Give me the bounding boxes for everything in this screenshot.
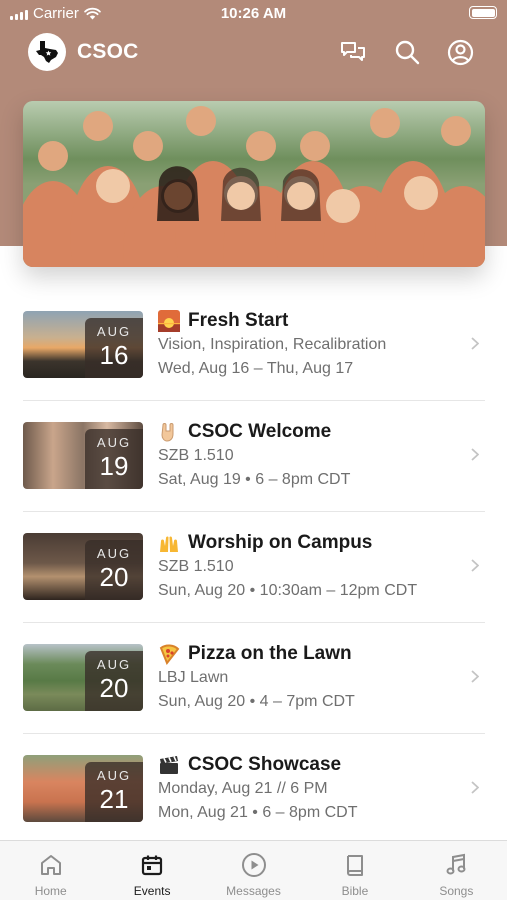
search-icon[interactable] [392, 37, 422, 67]
list-item[interactable]: AUG 21 CSOC Showcase Monday, Aug 21 // 6… [0, 733, 507, 844]
date-badge: AUG 16 [85, 318, 143, 378]
event-subtitle: LBJ Lawn [158, 669, 229, 686]
hero-group-photo[interactable] [23, 101, 485, 267]
date-badge: AUG 20 [85, 540, 143, 600]
tab-bar: Home Events Messages Bible Songs [0, 840, 507, 900]
home-icon [37, 851, 65, 879]
tab-events[interactable]: Events [101, 841, 202, 900]
event-subtitle: Monday, Aug 21 // 6 PM [158, 780, 328, 797]
play-icon [240, 851, 268, 879]
tab-bible[interactable]: Bible [304, 841, 405, 900]
event-date-time: Sat, Aug 19 • 6 – 8pm CDT [158, 471, 351, 488]
date-badge: AUG 21 [85, 762, 143, 822]
event-thumbnail: AUG 19 [23, 422, 143, 489]
event-subtitle: SZB 1.510 [158, 447, 234, 464]
event-thumbnail: AUG 16 [23, 311, 143, 378]
book-icon [341, 851, 369, 879]
list-item[interactable]: AUG 20 Worship on Campus SZB 1.510 Sun, … [0, 511, 507, 622]
battery-icon [469, 6, 497, 19]
event-thumbnail: AUG 21 [23, 755, 143, 822]
raised-hands-icon [158, 532, 180, 554]
tab-messages[interactable]: Messages [203, 841, 304, 900]
event-title: CSOC Showcase [188, 754, 342, 775]
calendar-icon [138, 851, 166, 879]
event-thumbnail: AUG 20 [23, 644, 143, 711]
chevron-right-icon [471, 781, 479, 794]
list-item[interactable]: AUG 19 CSOC Welcome SZB 1.510 Sat, Aug 1… [0, 400, 507, 511]
app-bar: CSOC [0, 30, 507, 74]
event-date-time: Wed, Aug 16 – Thu, Aug 17 [158, 360, 354, 377]
event-title: Worship on Campus [188, 532, 373, 553]
event-title: Pizza on the Lawn [188, 643, 352, 664]
chevron-right-icon [471, 559, 479, 572]
sunrise-icon [158, 310, 180, 332]
music-note-icon [442, 851, 470, 879]
date-badge: AUG 19 [85, 429, 143, 489]
event-date-time: Sun, Aug 20 • 4 – 7pm CDT [158, 693, 355, 710]
status-time: 10:26 AM [220, 5, 287, 22]
pizza-icon [158, 643, 180, 665]
list-item[interactable]: AUG 16 Fresh Start Vision, Inspiration, … [0, 289, 507, 400]
event-date-time: Mon, Aug 21 • 6 – 8pm CDT [158, 804, 358, 821]
chevron-right-icon [471, 337, 479, 350]
horns-hand-icon [158, 421, 180, 443]
status-bar: Carrier 10:26 AM [0, 0, 507, 28]
date-badge: AUG 20 [85, 651, 143, 711]
clapper-board-icon [158, 754, 180, 776]
texas-logo-icon[interactable] [28, 33, 66, 71]
chevron-right-icon [471, 448, 479, 461]
event-date-time: Sun, Aug 20 • 10:30am – 12pm CDT [158, 582, 418, 599]
chevron-right-icon [471, 670, 479, 683]
tab-songs[interactable]: Songs [406, 841, 507, 900]
event-subtitle: Vision, Inspiration, Recalibration [158, 336, 387, 353]
app-title: CSOC [77, 40, 139, 63]
messages-icon[interactable] [338, 37, 368, 67]
event-subtitle: SZB 1.510 [158, 558, 234, 575]
account-icon[interactable] [445, 37, 475, 67]
event-title: CSOC Welcome [188, 421, 332, 442]
event-thumbnail: AUG 20 [23, 533, 143, 600]
event-title: Fresh Start [188, 310, 289, 331]
events-list: AUG 16 Fresh Start Vision, Inspiration, … [0, 289, 507, 844]
list-item[interactable]: AUG 20 Pizza on the Lawn LBJ Lawn Sun, A… [0, 622, 507, 733]
tab-home[interactable]: Home [0, 841, 101, 900]
